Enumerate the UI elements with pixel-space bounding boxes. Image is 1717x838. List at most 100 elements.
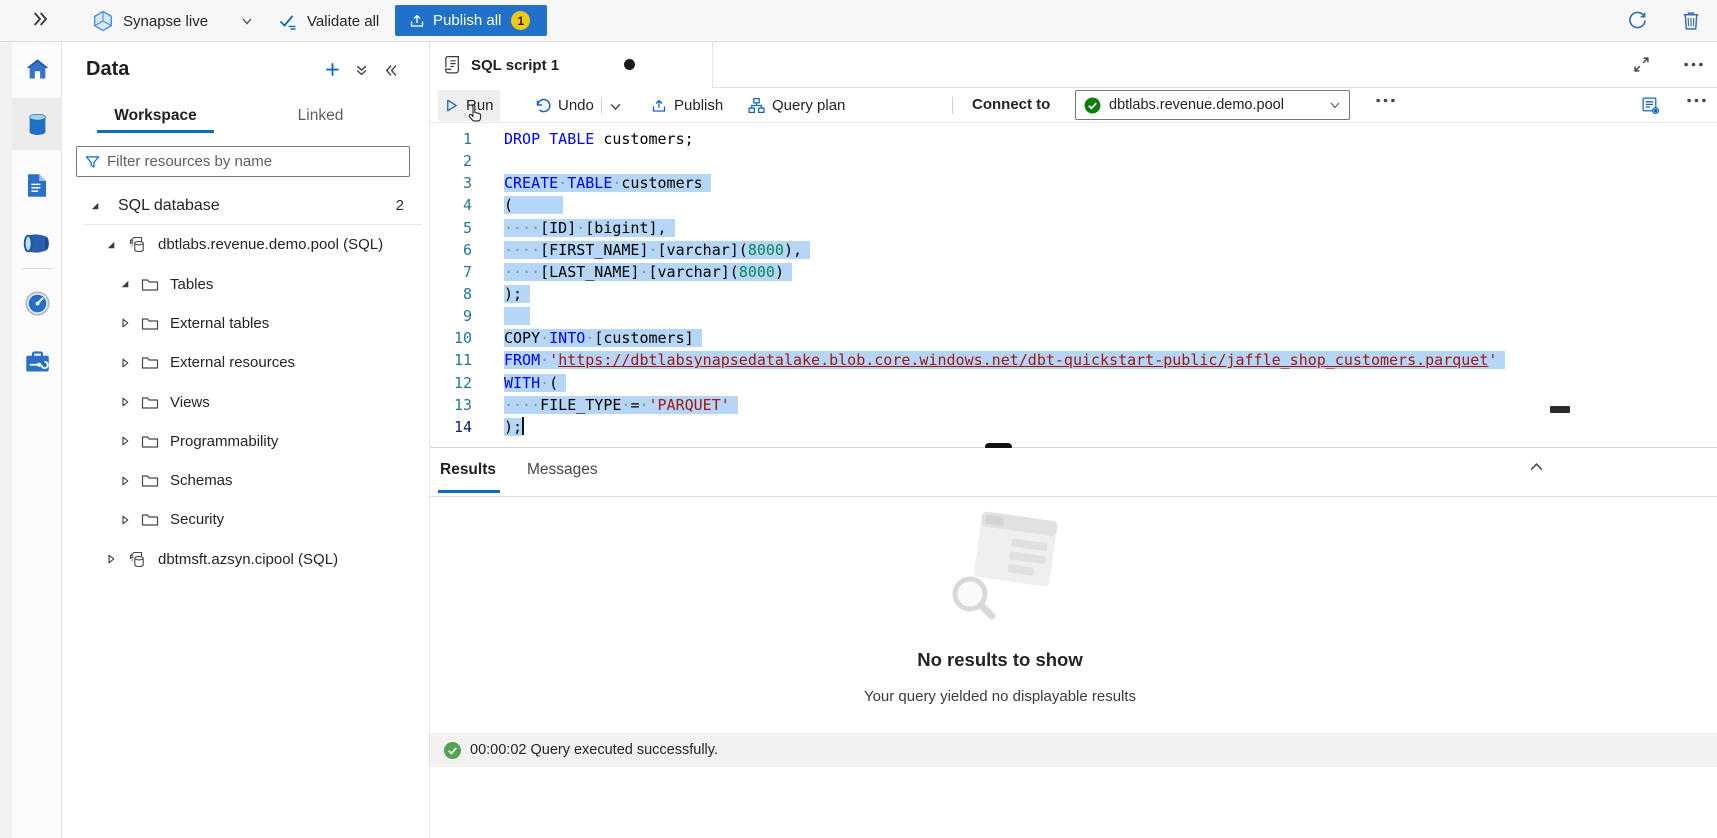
line-number: 8 bbox=[430, 283, 474, 305]
line-number: 7 bbox=[430, 261, 474, 283]
publish-all-button[interactable]: Publish all 1 bbox=[395, 5, 547, 36]
synapse-mode-label: Synapse live bbox=[123, 13, 208, 30]
success-check-icon bbox=[444, 742, 461, 759]
tree-item-external-tables[interactable]: External tables bbox=[62, 304, 430, 343]
tab-workspace[interactable]: Workspace bbox=[97, 100, 214, 133]
run-button[interactable]: Run bbox=[438, 90, 500, 121]
sidebar-item-data[interactable] bbox=[12, 98, 62, 150]
code-line-9[interactable]: 9 bbox=[430, 305, 1717, 327]
filter-input[interactable] bbox=[107, 153, 401, 170]
editor-more-icon[interactable] bbox=[1687, 98, 1706, 103]
code-line-6[interactable]: 6····[FIRST_NAME]·[varchar](8000), bbox=[430, 239, 1717, 261]
chevron-collapsed-icon[interactable] bbox=[120, 397, 130, 407]
chevron-collapsed-icon[interactable] bbox=[120, 358, 130, 368]
code-line-7[interactable]: 7····[LAST_NAME]·[varchar](8000) bbox=[430, 261, 1717, 283]
synapse-mode-dropdown[interactable]: Synapse live bbox=[92, 0, 253, 42]
folder-icon bbox=[141, 473, 159, 488]
query-status-text: 00:00:02 Query executed successfully. bbox=[470, 742, 718, 758]
tab-messages[interactable]: Messages bbox=[527, 461, 598, 479]
line-number: 5 bbox=[430, 217, 474, 239]
tab-linked[interactable]: Linked bbox=[284, 100, 357, 133]
synapse-logo-icon bbox=[92, 10, 114, 32]
empty-results-title: No results to show bbox=[680, 649, 1320, 671]
tree-item-count: 2 bbox=[396, 197, 404, 214]
connect-to-label: Connect to bbox=[972, 96, 1050, 113]
tree-item-programmability[interactable]: Programmability bbox=[62, 422, 430, 461]
code-line-8[interactable]: 8); bbox=[430, 283, 1717, 305]
code-line-12[interactable]: 12WITH·( bbox=[430, 372, 1717, 394]
tree-item-dbtmsft-azsyn-cipool-sql[interactable]: dbtmsft.azsyn.cipool (SQL) bbox=[62, 540, 430, 579]
chevron-collapsed-icon[interactable] bbox=[120, 515, 130, 525]
sidebar-item-develop[interactable] bbox=[12, 162, 62, 208]
code-line-5[interactable]: 5····[ID]·[bigint], bbox=[430, 217, 1717, 239]
sidebar-item-manage[interactable] bbox=[12, 339, 62, 385]
code-line-13[interactable]: 13····FILE_TYPE·=·'PARQUET' bbox=[430, 394, 1717, 416]
tree-item-sql-database[interactable]: SQL database2 bbox=[62, 186, 430, 225]
tree-item-views[interactable]: Views bbox=[62, 383, 430, 422]
trash-icon[interactable] bbox=[1681, 10, 1701, 31]
chevron-collapsed-icon[interactable] bbox=[120, 436, 130, 446]
query-plan-button[interactable]: Query plan bbox=[742, 90, 851, 121]
tree-item-label: Security bbox=[170, 511, 224, 528]
code-line-3[interactable]: 3CREATE·TABLE·customers bbox=[430, 172, 1717, 194]
sql-code-editor[interactable]: 1DROP TABLE customers;23CREATE·TABLE·cus… bbox=[430, 123, 1717, 447]
sidebar-item-home[interactable] bbox=[12, 46, 62, 92]
tree-item-label: Views bbox=[170, 394, 210, 411]
sidebar-item-monitor[interactable] bbox=[12, 280, 62, 326]
refresh-icon[interactable] bbox=[1627, 10, 1648, 31]
collapse-panel-icon[interactable] bbox=[384, 64, 397, 77]
toolbar-separator bbox=[952, 97, 953, 114]
tab-more-icon[interactable] bbox=[1684, 62, 1703, 67]
database-icon bbox=[127, 235, 147, 254]
code-line-10[interactable]: 10COPY·INTO·[customers] bbox=[430, 327, 1717, 349]
line-number: 3 bbox=[430, 172, 474, 194]
code-line-11[interactable]: 11FROM·'https://dbtlabsynapsedatalake.bl… bbox=[430, 349, 1717, 371]
chevron-collapsed-icon[interactable] bbox=[106, 554, 116, 564]
code-line-4[interactable]: 4( bbox=[430, 194, 1717, 216]
undo-button[interactable]: Undo bbox=[528, 90, 600, 121]
toolbar-more-icon[interactable] bbox=[1376, 98, 1395, 103]
sidebar-item-integrate[interactable] bbox=[12, 220, 62, 266]
tree-item-tables[interactable]: Tables bbox=[62, 265, 430, 304]
tree-item-label: External resources bbox=[170, 354, 295, 371]
tab-sql-script-1[interactable]: SQL script 1 bbox=[430, 42, 713, 88]
run-options-chevron-icon[interactable] bbox=[609, 100, 622, 113]
code-line-2[interactable]: 2 bbox=[430, 150, 1717, 172]
tree-item-security[interactable]: Security bbox=[62, 500, 430, 539]
properties-icon[interactable] bbox=[1641, 96, 1660, 115]
folder-icon bbox=[141, 355, 159, 370]
validate-all-button[interactable]: Validate all bbox=[278, 0, 379, 42]
line-number: 4 bbox=[430, 194, 474, 216]
chevron-expanded-icon[interactable] bbox=[90, 201, 100, 211]
query-status-bar: 00:00:02 Query executed successfully. bbox=[430, 733, 1717, 767]
chevron-collapsed-icon[interactable] bbox=[120, 318, 130, 328]
tree-item-label: dbtmsft.azsyn.cipool (SQL) bbox=[158, 551, 338, 568]
actions-double-chevron-icon[interactable] bbox=[355, 64, 368, 77]
collapse-results-chevron-icon[interactable] bbox=[1528, 459, 1545, 476]
code-line-1[interactable]: 1DROP TABLE customers; bbox=[430, 128, 1717, 150]
chevron-expanded-icon[interactable] bbox=[120, 279, 130, 289]
code-line-14[interactable]: 14); bbox=[430, 416, 1717, 438]
editor-scrollbar-thumb[interactable] bbox=[1550, 406, 1570, 413]
chevron-expanded-icon[interactable] bbox=[106, 240, 116, 250]
add-resource-icon[interactable] bbox=[325, 62, 340, 77]
chevron-collapsed-icon[interactable] bbox=[120, 476, 130, 486]
tab-results[interactable]: Results bbox=[440, 461, 496, 479]
expand-menu-icon[interactable] bbox=[32, 11, 48, 32]
connect-pool-dropdown[interactable]: dbtlabs.revenue.demo.pool bbox=[1075, 90, 1350, 120]
publish-button[interactable]: Publish bbox=[645, 90, 729, 121]
expand-editor-icon[interactable] bbox=[1633, 56, 1650, 73]
publish-all-label: Publish all bbox=[433, 12, 501, 29]
connected-pool-name: dbtlabs.revenue.demo.pool bbox=[1109, 97, 1321, 113]
validate-all-label: Validate all bbox=[307, 13, 379, 30]
folder-icon bbox=[141, 512, 159, 527]
line-number: 11 bbox=[430, 349, 474, 371]
tree-item-dbtlabs-revenue-demo-pool-sql[interactable]: dbtlabs.revenue.demo.pool (SQL) bbox=[62, 225, 430, 264]
tree-item-schemas[interactable]: Schemas bbox=[62, 461, 430, 500]
tree-item-label: Schemas bbox=[170, 472, 233, 489]
results-tab-row bbox=[430, 448, 1717, 497]
tree-item-external-resources[interactable]: External resources bbox=[62, 343, 430, 382]
toolbar-separator bbox=[601, 97, 602, 114]
unsaved-indicator-dot bbox=[624, 59, 635, 70]
validate-icon bbox=[278, 13, 298, 30]
